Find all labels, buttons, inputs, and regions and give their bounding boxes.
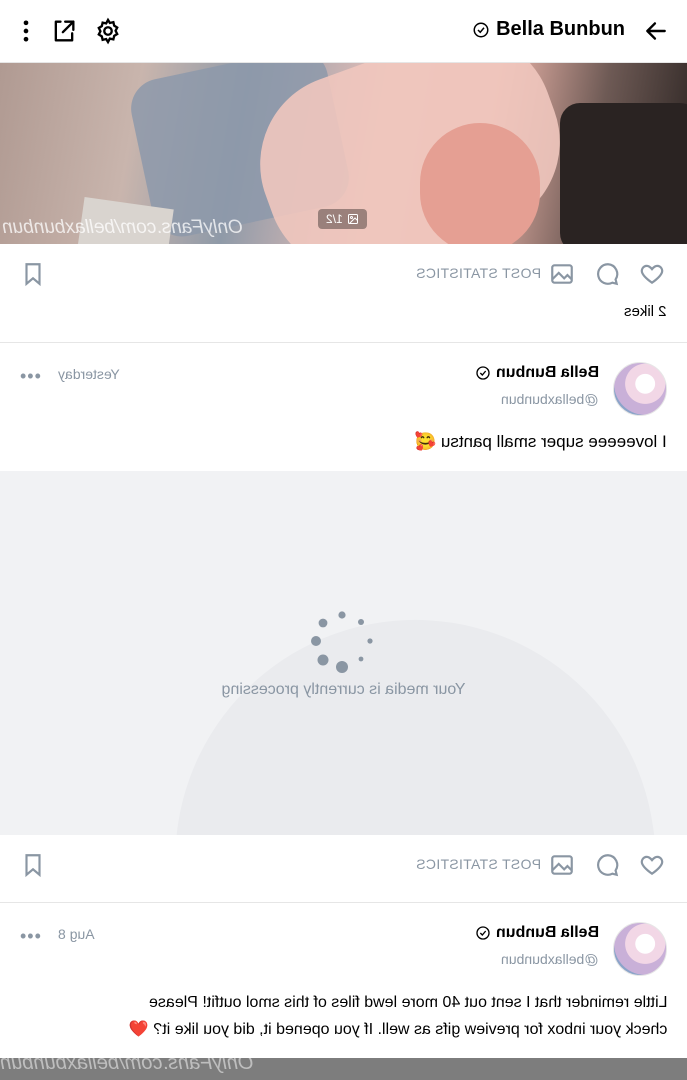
post-author-name: Bella Bunbun bbox=[495, 924, 599, 941]
more-vertical-icon[interactable] bbox=[12, 17, 40, 45]
post-text-line-1: Little reminder that I sent out 40 more … bbox=[148, 994, 667, 1011]
post-photo[interactable]: OnlyFans.com/bellaxbunbun 1/2 bbox=[0, 63, 687, 244]
post-date: Aug 8 bbox=[58, 926, 95, 942]
bookmark-icon[interactable] bbox=[20, 261, 46, 287]
divider bbox=[0, 342, 687, 343]
verified-badge-icon bbox=[476, 926, 490, 940]
verified-badge-icon bbox=[473, 22, 489, 37]
more-horizontal-icon[interactable]: ••• bbox=[20, 366, 42, 387]
share-icon[interactable] bbox=[50, 17, 78, 45]
heart-icon[interactable] bbox=[639, 261, 665, 287]
arrow-left-icon[interactable] bbox=[643, 18, 669, 44]
post-handle[interactable]: @bellaxbunbun bbox=[501, 391, 599, 407]
media-counter-text: 1/2 bbox=[326, 212, 343, 226]
avatar[interactable] bbox=[613, 922, 667, 976]
post-text: I loveeeee super small pantsu 🥰 bbox=[415, 432, 667, 451]
next-post-media-preview[interactable]: OnlyFans.com/bellaxbunbun bbox=[0, 1052, 687, 1080]
media-processing-text: Your media is currently processing bbox=[221, 681, 466, 698]
post-text-line-2: check your inbox for preview gifs as wel… bbox=[128, 1021, 667, 1038]
profile-title-text: Bella Bunbun bbox=[496, 18, 625, 40]
post-handle[interactable]: @bellaxbunbun bbox=[501, 951, 599, 967]
post-actions: POST STATISTICS bbox=[0, 840, 687, 890]
verified-badge-icon bbox=[476, 366, 490, 380]
post-actions: POST STATISTICS bbox=[0, 249, 687, 299]
comment-icon[interactable] bbox=[595, 261, 621, 287]
post-author[interactable]: Bella Bunbun bbox=[475, 364, 599, 382]
photo-watermark: OnlyFans.com/bellaxbunbun bbox=[2, 217, 243, 238]
heart-icon[interactable] bbox=[639, 852, 665, 878]
media-counter: 1/2 bbox=[318, 209, 367, 229]
photo-watermark: OnlyFans.com/bellaxbunbun bbox=[0, 1052, 254, 1074]
profile-title[interactable]: Bella Bunbun bbox=[472, 18, 625, 41]
post-author[interactable]: Bella Bunbun bbox=[475, 924, 599, 942]
post-author-name: Bella Bunbun bbox=[495, 364, 599, 381]
media-icon[interactable] bbox=[549, 852, 575, 878]
loading-spinner-icon bbox=[311, 611, 373, 673]
image-icon bbox=[347, 214, 358, 224]
post-header: Bella Bunbun @bellaxbunbun Yesterday ••• bbox=[0, 362, 687, 422]
avatar[interactable] bbox=[613, 362, 667, 416]
divider bbox=[0, 902, 687, 903]
post-date: Yesterday bbox=[58, 366, 120, 382]
post-statistics-link[interactable]: POST STATISTICS bbox=[416, 265, 541, 281]
media-icon[interactable] bbox=[549, 261, 575, 287]
post-header: Bella Bunbun @bellaxbunbun Aug 8 ••• bbox=[0, 922, 687, 982]
likes-count: 2 likes bbox=[624, 303, 667, 320]
post-statistics-link[interactable]: POST STATISTICS bbox=[416, 856, 541, 872]
media-processing-placeholder: Your media is currently processing bbox=[0, 471, 687, 835]
settings-gear-icon[interactable] bbox=[94, 17, 122, 45]
more-horizontal-icon[interactable]: ••• bbox=[20, 926, 42, 947]
top-bar: Bella Bunbun bbox=[0, 0, 687, 63]
comment-icon[interactable] bbox=[595, 852, 621, 878]
bookmark-icon[interactable] bbox=[20, 852, 46, 878]
